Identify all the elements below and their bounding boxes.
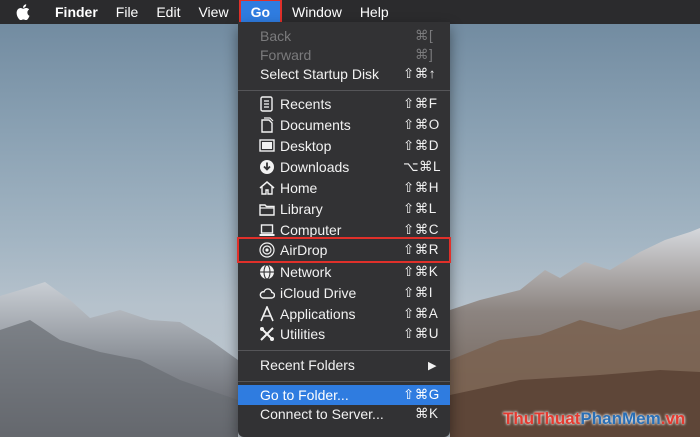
menu-item-label: iCloud Drive bbox=[280, 285, 357, 301]
menu-item-label: Utilities bbox=[280, 326, 326, 342]
menu-item-library[interactable]: Library ⇧⌘L bbox=[238, 199, 450, 219]
menu-item-computer[interactable]: Computer ⇧⌘C bbox=[238, 220, 450, 240]
menu-item-label: Desktop bbox=[280, 138, 332, 154]
shortcut: ⌘K bbox=[415, 406, 439, 421]
shortcut: ⌥⌘L bbox=[403, 159, 442, 174]
utilities-icon bbox=[260, 327, 274, 341]
menu-item-label: Downloads bbox=[280, 159, 350, 175]
menu-item-documents[interactable]: Documents ⇧⌘O bbox=[238, 115, 450, 135]
shortcut: ⇧⌘U bbox=[403, 326, 440, 341]
watermark-part1: ThuThuat bbox=[503, 409, 581, 428]
downloads-icon bbox=[260, 160, 274, 174]
menu-item-network[interactable]: Network ⇧⌘K bbox=[238, 262, 450, 282]
menu-item-connect-to-server[interactable]: Connect to Server... ⌘K bbox=[238, 404, 450, 424]
menu-item-back[interactable]: Back ⌘[ bbox=[238, 26, 450, 46]
shortcut: ⌘[ bbox=[415, 28, 434, 43]
menu-item-label: AirDrop bbox=[280, 242, 328, 258]
go-menu-dropdown: Back ⌘[ Forward ⌘] Select Startup Disk ⇧… bbox=[237, 22, 451, 437]
menu-item-recent-folders[interactable]: Recent Folders ▶ bbox=[238, 355, 450, 375]
shortcut: ⇧⌘D bbox=[403, 138, 440, 153]
recents-icon bbox=[260, 96, 273, 112]
menu-item-select-startup-disk[interactable]: Select Startup Disk ⇧⌘↑ bbox=[238, 64, 450, 84]
separator bbox=[238, 90, 450, 91]
menu-bar: Finder File Edit View Go Window Help bbox=[0, 0, 700, 25]
shortcut: ⇧⌘C bbox=[403, 222, 440, 237]
menu-item-label: Go to Folder... bbox=[260, 387, 349, 403]
menu-item-go-to-folder[interactable]: Go to Folder... ⇧⌘G bbox=[238, 385, 450, 405]
menu-item-label: Connect to Server... bbox=[260, 406, 384, 422]
shortcut: ⌘] bbox=[415, 47, 434, 62]
desktop-icon bbox=[259, 139, 275, 152]
airdrop-icon bbox=[259, 242, 275, 258]
menu-item-utilities[interactable]: Utilities ⇧⌘U bbox=[238, 324, 450, 344]
menu-go[interactable]: Go bbox=[238, 0, 283, 25]
shortcut: ⇧⌘R bbox=[403, 242, 440, 257]
menu-item-label: Applications bbox=[280, 306, 356, 322]
menu-item-label: Home bbox=[280, 180, 318, 196]
menu-item-desktop[interactable]: Desktop ⇧⌘D bbox=[238, 136, 450, 156]
documents-icon bbox=[261, 117, 274, 133]
menu-item-forward[interactable]: Forward ⌘] bbox=[238, 45, 450, 65]
menu-item-label: Recents bbox=[280, 96, 332, 112]
shortcut: ⇧⌘G bbox=[403, 387, 440, 402]
shortcut: ⇧⌘H bbox=[403, 180, 440, 195]
home-icon bbox=[259, 181, 275, 195]
network-icon bbox=[260, 264, 274, 280]
shortcut: ⇧⌘K bbox=[403, 264, 439, 279]
menu-item-label: Network bbox=[280, 264, 332, 280]
menu-finder[interactable]: Finder bbox=[46, 0, 107, 24]
menu-item-label: Forward bbox=[260, 47, 312, 63]
shortcut: ⇧⌘A bbox=[403, 306, 439, 321]
watermark-logo: ThuThuatPhanMem.vn bbox=[503, 409, 685, 431]
menu-item-label: Library bbox=[280, 201, 323, 217]
separator bbox=[238, 381, 450, 382]
menu-item-airdrop[interactable]: AirDrop ⇧⌘R bbox=[237, 237, 451, 263]
folder-icon bbox=[259, 204, 275, 216]
menu-view[interactable]: View bbox=[189, 0, 237, 24]
menu-item-label: Documents bbox=[280, 117, 351, 133]
menu-item-downloads[interactable]: Downloads ⌥⌘L bbox=[238, 157, 450, 177]
cloud-icon bbox=[259, 288, 275, 299]
menu-item-icloud-drive[interactable]: iCloud Drive ⇧⌘I bbox=[238, 283, 450, 303]
menu-help[interactable]: Help bbox=[351, 0, 398, 24]
shortcut: ⇧⌘I bbox=[403, 285, 434, 300]
watermark-part2: PhanMem bbox=[580, 409, 661, 428]
computer-icon bbox=[259, 224, 275, 236]
menu-item-label: Recent Folders bbox=[260, 357, 355, 373]
shortcut: ⇧⌘↑ bbox=[403, 66, 437, 81]
shortcut: ⇧⌘O bbox=[403, 117, 440, 132]
separator bbox=[238, 350, 450, 351]
submenu-arrow-icon: ▶ bbox=[428, 359, 437, 372]
watermark-part3: .vn bbox=[660, 409, 686, 428]
menu-item-label: Back bbox=[260, 28, 292, 44]
menu-file[interactable]: File bbox=[107, 0, 148, 24]
shortcut: ⇧⌘F bbox=[403, 96, 438, 111]
shortcut: ⇧⌘L bbox=[403, 201, 437, 216]
menu-item-applications[interactable]: Applications ⇧⌘A bbox=[238, 304, 450, 324]
applications-icon bbox=[260, 306, 274, 322]
menu-edit[interactable]: Edit bbox=[147, 0, 189, 24]
menu-item-label: Computer bbox=[280, 222, 342, 238]
menu-item-label: Select Startup Disk bbox=[260, 66, 380, 82]
apple-logo-icon[interactable] bbox=[0, 4, 46, 20]
menu-item-home[interactable]: Home ⇧⌘H bbox=[238, 178, 450, 198]
menu-window[interactable]: Window bbox=[283, 0, 351, 24]
menu-item-recents[interactable]: Recents ⇧⌘F bbox=[238, 94, 450, 114]
